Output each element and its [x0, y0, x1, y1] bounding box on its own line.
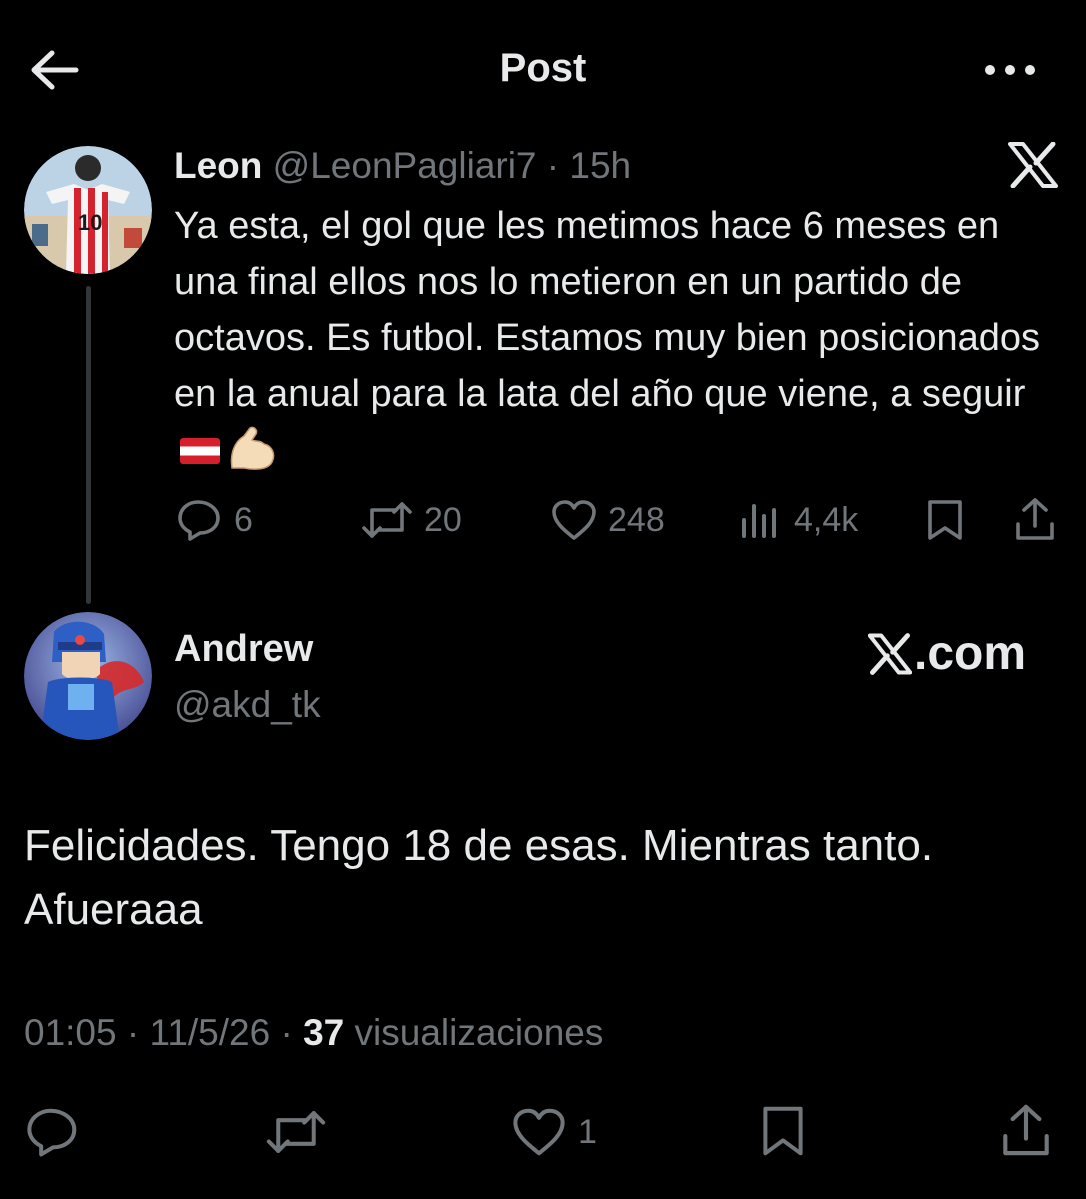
post-time[interactable]: 15h: [569, 145, 631, 186]
like-count: 248: [608, 500, 665, 539]
more-dots-icon: [985, 65, 1035, 75]
more-button[interactable]: [982, 52, 1038, 88]
watermark-text: .com: [914, 627, 1027, 680]
views-label[interactable]: visualizaciones: [355, 1012, 604, 1053]
x-logo-icon: [1008, 142, 1058, 188]
post-text: Felicidades. Tengo 18 de esas. Mientras …: [24, 821, 934, 934]
separator: ·: [126, 1012, 140, 1053]
repost-button[interactable]: 20: [360, 498, 462, 542]
x-logo-icon: [868, 632, 912, 675]
heart-icon: [552, 500, 596, 540]
reply-button[interactable]: [24, 1106, 82, 1158]
author-handle[interactable]: @LeonPagliari7: [273, 145, 537, 186]
flexed-biceps-icon: [226, 424, 278, 472]
views-count: 4,4k: [794, 500, 859, 539]
reply-button[interactable]: 6: [176, 498, 253, 542]
like-button[interactable]: 248: [550, 498, 665, 542]
like-button[interactable]: 1: [510, 1106, 597, 1158]
analytics-icon: [742, 504, 776, 538]
reply-count: 6: [234, 500, 253, 539]
views-button[interactable]: 4,4k: [738, 498, 858, 542]
post-date: 11/5/26: [149, 1012, 271, 1053]
separator: ·: [280, 1012, 293, 1053]
separator: ·: [546, 145, 560, 186]
bookmark-icon: [763, 1106, 803, 1156]
bookmark-icon: [928, 500, 962, 540]
views-count[interactable]: 37: [303, 1012, 344, 1053]
post-text: Ya esta, el gol que les metimos hace 6 m…: [174, 198, 1054, 478]
x-com-watermark: .com: [868, 626, 1026, 681]
reply-icon: [178, 500, 220, 541]
avatar[interactable]: [24, 612, 152, 740]
share-button[interactable]: [1012, 496, 1058, 542]
avatar[interactable]: 10: [24, 146, 152, 274]
post-header: Leon @LeonPagliari7 · 15h: [174, 145, 631, 187]
thread-line: [86, 286, 91, 604]
heart-icon: [513, 1108, 565, 1156]
bookmark-button[interactable]: [922, 498, 968, 542]
like-count: 1: [578, 1112, 597, 1151]
repost-icon: [266, 1111, 326, 1153]
post-time: 01:05: [24, 1012, 117, 1053]
post-meta: 01:05 · 11/5/26 · 37 visualizaciones: [24, 1012, 603, 1054]
share-icon: [1016, 498, 1054, 540]
flag-icon: [180, 438, 220, 464]
repost-icon: [362, 502, 412, 538]
page-title: Post: [499, 46, 587, 90]
reply-icon: [27, 1108, 77, 1157]
svg-text:10: 10: [78, 210, 102, 235]
author-name[interactable]: Leon: [174, 145, 262, 186]
repost-button[interactable]: [264, 1106, 328, 1158]
repost-count: 20: [424, 500, 462, 539]
post-text-body: Ya esta, el gol que les metimos hace 6 m…: [174, 205, 1041, 415]
share-icon: [1003, 1104, 1049, 1156]
bookmark-button[interactable]: [756, 1104, 810, 1158]
author-handle[interactable]: @akd_tk: [174, 684, 321, 726]
author-name[interactable]: Andrew: [174, 628, 313, 671]
share-button[interactable]: [998, 1102, 1054, 1158]
